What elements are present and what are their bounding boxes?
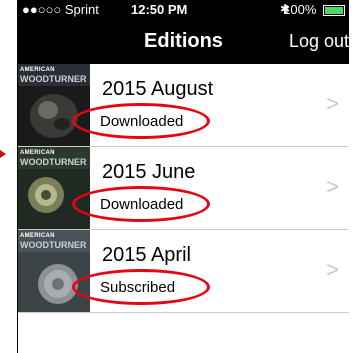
annotation-circle	[72, 186, 210, 222]
chevron-right-icon: >	[326, 91, 339, 116]
annotation-circle	[72, 269, 210, 305]
edition-title: 2015 June	[102, 161, 196, 183]
chevron-right-icon: >	[326, 174, 339, 199]
cover-thumbnail: AMERICAN WOODTURNER	[18, 64, 90, 146]
cover-masthead-top: AMERICAN	[20, 233, 55, 239]
battery-indicator: 100%	[283, 2, 345, 17]
cover-thumbnail: AMERICAN WOODTURNER	[18, 147, 90, 229]
carrier-signal: ●●○○○ Sprint	[22, 2, 99, 17]
cover-masthead-top: AMERICAN	[20, 150, 55, 156]
cover-masthead-bottom: WOODTURNER	[20, 240, 87, 250]
phone-screen: ●●○○○ Sprint 12:50 PM ✱ 100% Editions Lo…	[17, 0, 349, 353]
navigation-bar: Editions Log out	[18, 20, 349, 64]
cover-masthead-bottom: WOODTURNER	[20, 74, 87, 84]
cover-masthead-bottom: WOODTURNER	[20, 157, 87, 167]
arrow-marker-icon	[0, 150, 6, 158]
status-bar: ●●○○○ Sprint 12:50 PM ✱ 100%	[18, 0, 349, 20]
cover-thumbnail: AMERICAN WOODTURNER	[18, 230, 90, 312]
edition-row-2015-august[interactable]: AMERICAN WOODTURNER 2015 August Download…	[18, 64, 349, 147]
status-time: 12:50 PM	[131, 2, 188, 17]
cover-masthead-top: AMERICAN	[20, 67, 55, 73]
battery-percent: 100%	[283, 2, 317, 17]
edition-title: 2015 August	[102, 78, 214, 100]
annotation-circle	[72, 103, 210, 139]
edition-row-2015-april[interactable]: AMERICAN WOODTURNER 2015 April Subscribe…	[18, 230, 349, 313]
edition-row-2015-june[interactable]: AMERICAN WOODTURNER 2015 June Downloaded…	[18, 147, 349, 230]
logout-button[interactable]: Log out	[289, 31, 349, 52]
edition-title: 2015 April	[102, 244, 191, 266]
battery-icon	[323, 5, 345, 17]
chevron-right-icon: >	[326, 257, 339, 282]
